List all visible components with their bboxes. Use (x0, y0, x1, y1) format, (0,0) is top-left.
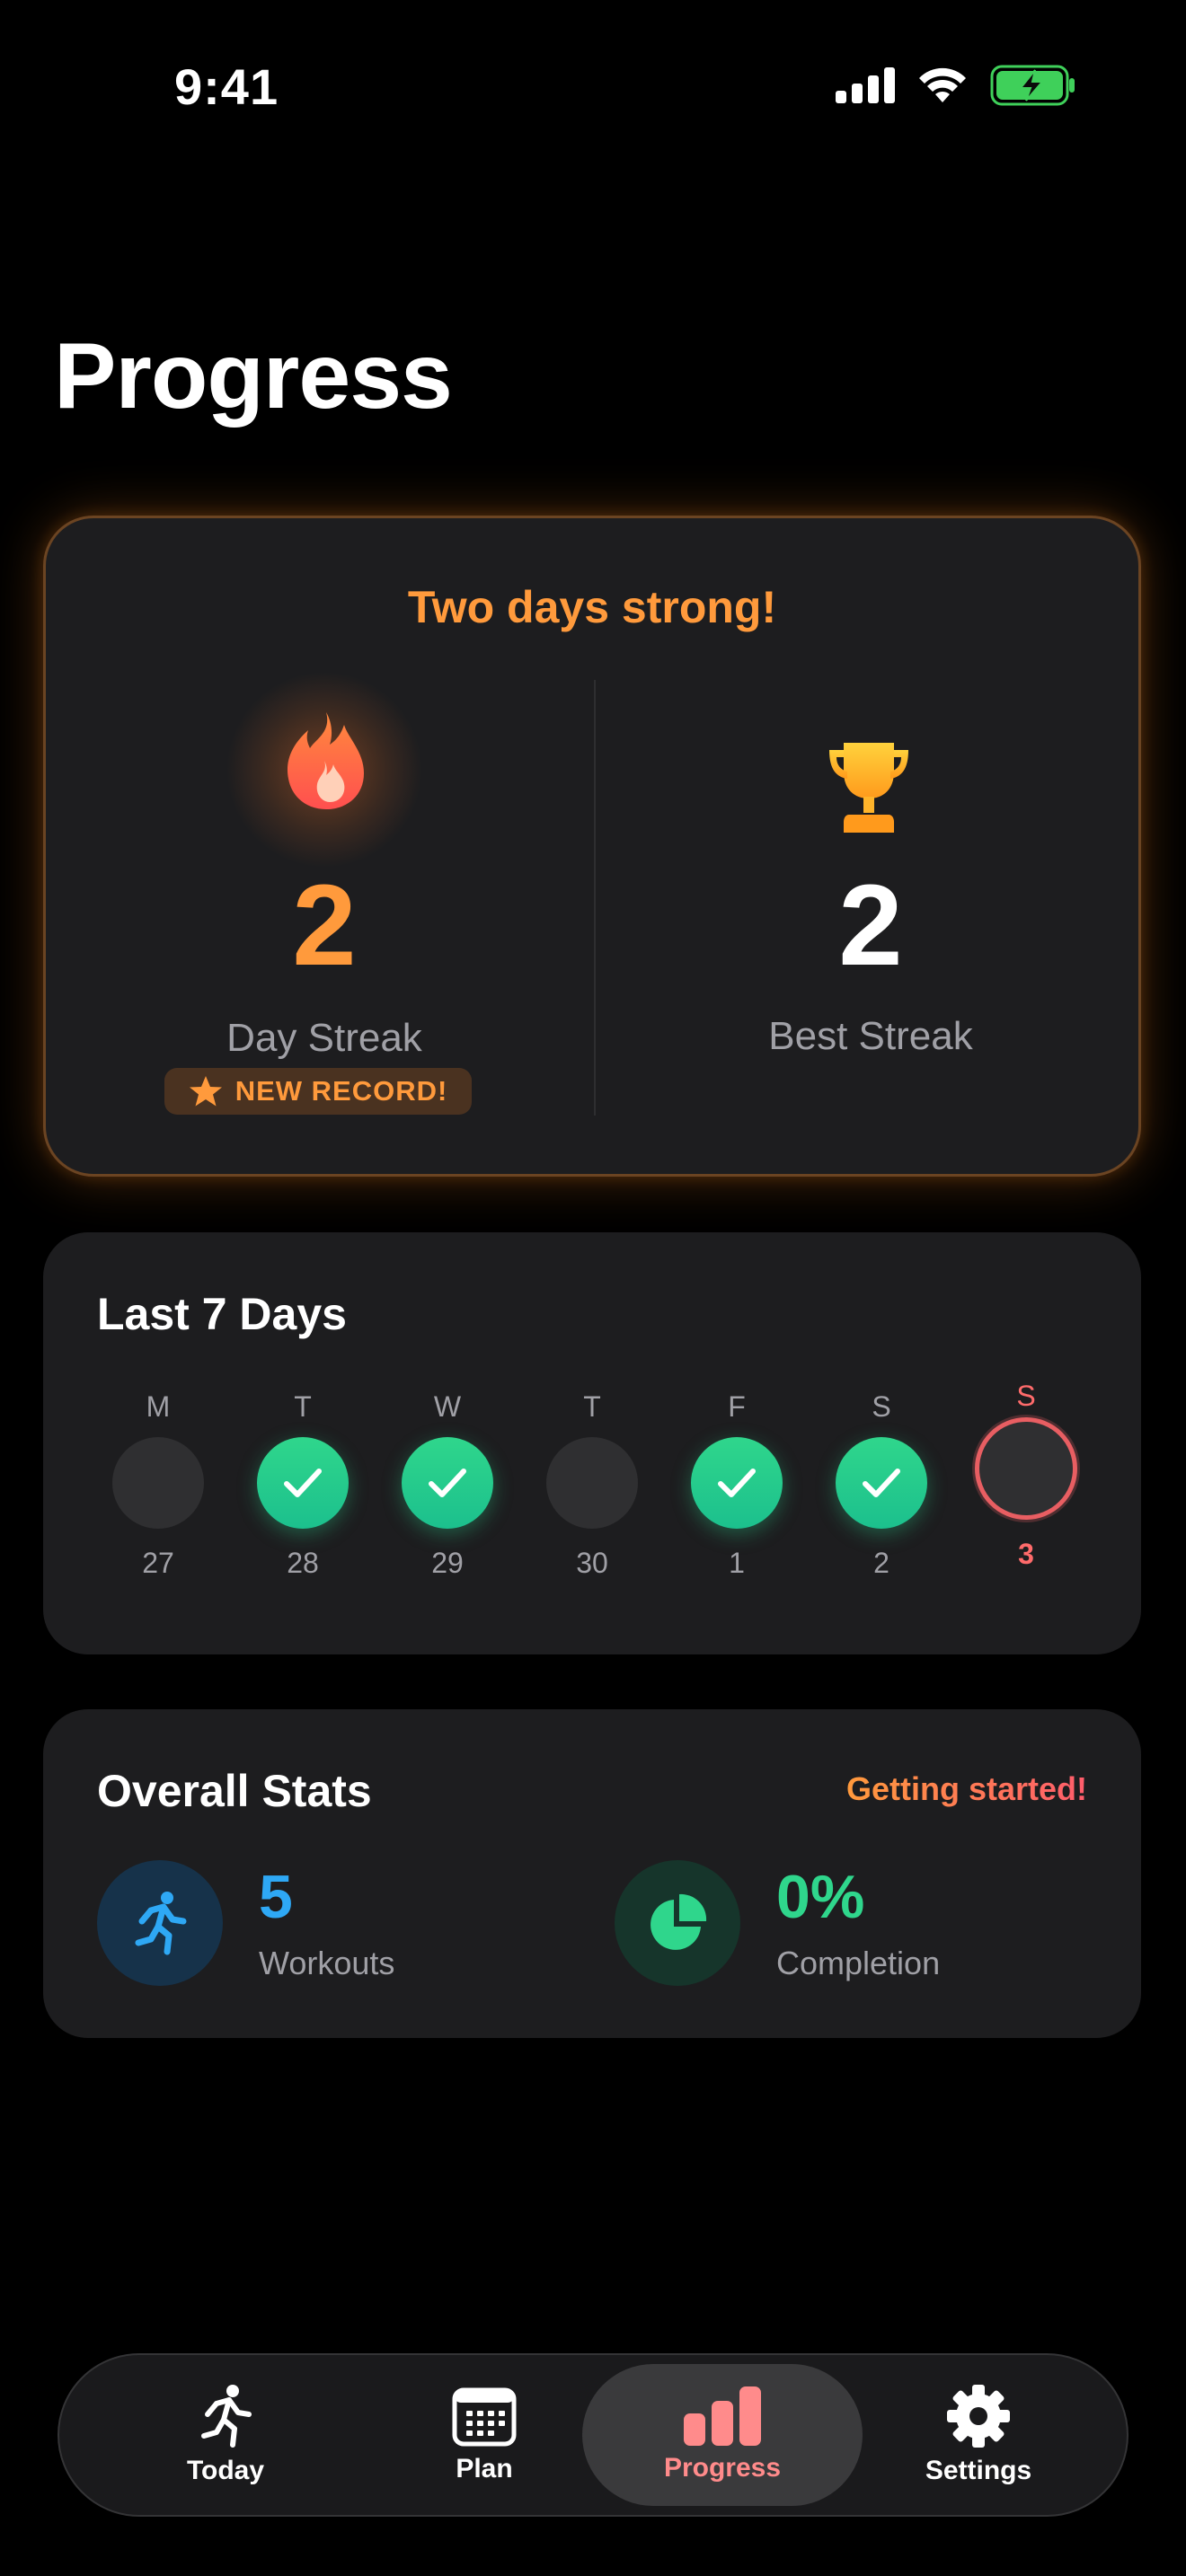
day-letter: T (583, 1390, 601, 1423)
tab-label: Today (186, 2456, 265, 2485)
day-streak-value: 2 (292, 861, 357, 990)
tab-label: Progress (663, 2453, 782, 2483)
pie-chart-icon (651, 1893, 707, 1950)
day-number: 27 (142, 1547, 174, 1579)
day-streak-label: Day Streak (226, 1016, 422, 1060)
day-circle-today (975, 1417, 1077, 1520)
day-letter: M (146, 1390, 171, 1423)
tab-plan[interactable]: Plan (381, 2364, 588, 2506)
day-circle-completed (836, 1437, 927, 1529)
checkmark-icon (284, 1469, 322, 1497)
star-icon (189, 1076, 222, 1107)
workouts-icon-circle (97, 1860, 223, 1986)
day-number: 28 (287, 1547, 319, 1579)
checkmark-icon (863, 1469, 900, 1497)
streak-headline: Two days strong! (407, 582, 777, 632)
completion-icon-circle (615, 1860, 740, 1986)
tab-bar: Today Plan Progress Settings (58, 2353, 1128, 2517)
day-column-today: S 3 (963, 1376, 1089, 1571)
completion-value: 0% (776, 1863, 865, 1931)
day-circle-completed (257, 1437, 349, 1529)
day-number: 29 (431, 1547, 464, 1579)
day-column: W 29 (385, 1387, 510, 1580)
running-figure-icon (135, 1892, 187, 1955)
day-column: T 30 (529, 1387, 655, 1580)
best-streak-label: Best Streak (768, 1014, 973, 1058)
tab-progress[interactable]: Progress (582, 2364, 863, 2506)
status-icons (836, 65, 1076, 106)
day-circle (546, 1437, 638, 1529)
streak-card: Two days strong! 2 Day Streak NEW RECORD… (43, 516, 1141, 1177)
day-number: 30 (576, 1547, 608, 1579)
gear-icon (947, 2385, 1010, 2448)
calendar-icon (452, 2387, 517, 2447)
day-letter: S (1016, 1380, 1036, 1412)
day-number: 1 (729, 1547, 745, 1579)
best-streak-value: 2 (838, 861, 903, 990)
day-letter: W (433, 1390, 462, 1423)
flame-icon (287, 712, 364, 809)
day-column: T 28 (240, 1387, 366, 1580)
overall-stats-title: Overall Stats (97, 1766, 372, 1816)
battery-charging-icon (990, 65, 1075, 106)
day-column: M 27 (95, 1387, 221, 1580)
page-title: Progress (54, 324, 453, 428)
divider (594, 680, 596, 1116)
stats-status-text: Getting started! (845, 1770, 1087, 1807)
day-number: 2 (873, 1547, 890, 1579)
cellular-signal-icon (836, 67, 895, 103)
tab-settings[interactable]: Settings (875, 2364, 1082, 2506)
trophy-icon (829, 743, 908, 833)
day-letter: S (872, 1390, 891, 1423)
status-time: 9:41 (174, 58, 279, 115)
last-7-days-title: Last 7 Days (97, 1289, 347, 1339)
tab-label: Plan (456, 2454, 513, 2483)
tab-today[interactable]: Today (122, 2364, 329, 2506)
running-figure-icon (201, 2385, 252, 2448)
checkmark-icon (429, 1469, 466, 1497)
workouts-value: 5 (259, 1863, 293, 1931)
new-record-badge: NEW RECORD! (164, 1068, 472, 1115)
last-7-days-card: Last 7 Days M 27 T 28 W 29 T 30 F 1 S 2 … (43, 1232, 1141, 1654)
day-column: S 2 (819, 1387, 944, 1580)
bar-chart-icon (684, 2386, 761, 2446)
completion-label: Completion (776, 1945, 941, 1981)
day-number: 3 (1018, 1538, 1034, 1570)
day-circle (112, 1437, 204, 1529)
workouts-label: Workouts (259, 1945, 395, 1981)
checkmark-icon (718, 1469, 756, 1497)
day-letter: T (294, 1390, 312, 1423)
new-record-text: NEW RECORD! (235, 1075, 448, 1107)
day-letter: F (728, 1390, 746, 1423)
tab-label: Settings (925, 2456, 1032, 2485)
day-circle-completed (691, 1437, 783, 1529)
wifi-icon (919, 67, 966, 102)
overall-stats-card: Overall Stats Getting started! 5 Workout… (43, 1709, 1141, 2038)
day-circle-completed (402, 1437, 493, 1529)
day-column: F 1 (674, 1387, 800, 1580)
